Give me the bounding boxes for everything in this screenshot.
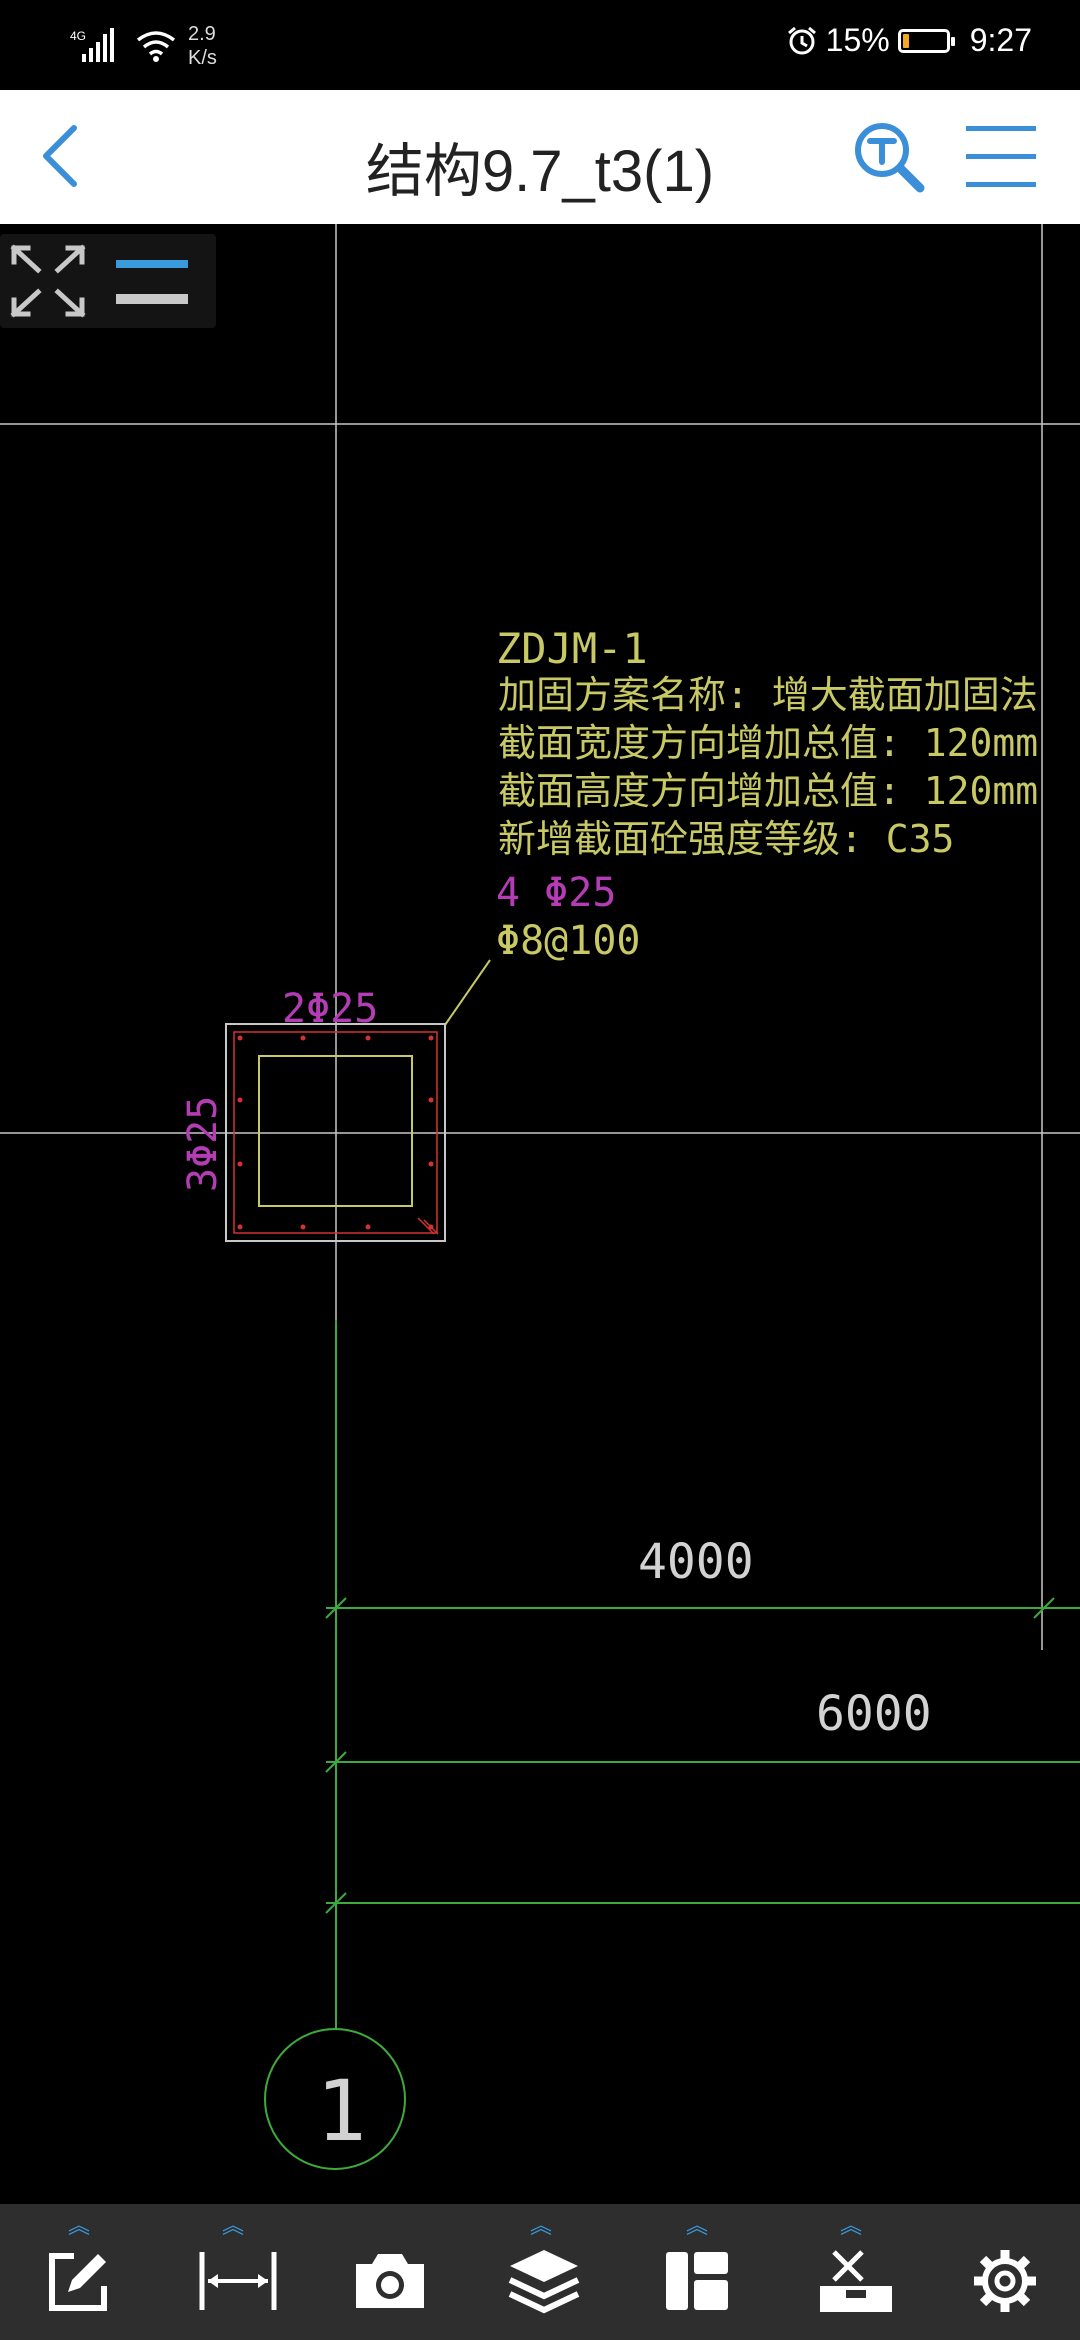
column-side-rebar-label: 3Φ25 [180,1096,226,1192]
measure-icon [199,2252,277,2310]
rebar-dot [428,1097,434,1103]
stirrup-label: Φ8@100 [496,918,641,964]
layout-icon [666,2252,728,2310]
column-top-rebar-label: 2Φ25 [282,986,378,1032]
dimension-4000-label: 4000 [638,1534,754,1590]
measure-tool[interactable]: ︽ [168,2204,298,2340]
signal-icon: 4G [70,28,114,62]
net-speed-unit: K/s [188,47,217,69]
expand-caret-icon: ︽ [685,2214,708,2239]
camera-icon [356,2254,424,2308]
fit-screen-icon [10,244,86,318]
rebar-dot [365,1035,371,1041]
annotation-line: 加固方案名称: 增大截面加固法 [498,673,1038,717]
axis-number: 1 [316,2062,367,2160]
annotation-line: 截面高度方向增加总值: 120mm [498,769,1038,813]
rebar-dot [428,1161,434,1167]
layers-icon [508,2250,580,2314]
hamburger-menu-icon [966,126,1036,187]
alarm-icon [787,26,816,54]
layout-tool[interactable]: ︽ [632,2204,762,2340]
battery-percent: 15% [825,22,890,58]
camera-tool[interactable] [322,2204,452,2340]
bottom-toolbar: ︽ ︽ ︽ ︽ ︽ [0,2204,1080,2340]
svg-text:4G: 4G [70,29,86,43]
expand-caret-icon: ︽ [839,2214,862,2239]
rebar-dot [300,1035,306,1041]
layer-toggle-icon [116,260,188,304]
menu-button[interactable] [960,120,1040,194]
expand-caret-icon: ︽ [221,2214,244,2239]
expand-caret-icon: ︽ [67,2214,90,2239]
net-speed-value: 2.9 [188,23,216,45]
fit-screen-button[interactable] [6,240,90,322]
text-search-button[interactable] [850,118,930,198]
view-tools [0,234,216,328]
settings-tool[interactable] [940,2204,1070,2340]
rebar-dot [237,1224,243,1230]
title-bar: 结构9.7_t3(1) [0,90,1080,226]
layers-tool[interactable]: ︽ [476,2204,606,2340]
wifi-icon [136,31,176,62]
net-speed: 2.9 K/s [188,22,217,70]
annotate-tool[interactable]: ︽ [14,2204,144,2340]
status-left: 4G 2.9 K/s [68,22,217,70]
rebar-dot [237,1161,243,1167]
clock: 9:27 [969,22,1032,58]
toolbox-tool[interactable]: ︽ [786,2204,916,2340]
expand-caret-icon: ︽ [529,2214,552,2239]
annotation-line: 新增截面砼强度等级: C35 [498,817,954,861]
battery-icon [897,28,955,53]
battery-level-fill [902,33,909,48]
annotation-line: 截面宽度方向增加总值: 120mm [498,721,1038,765]
dimension-6000-label: 6000 [816,1686,932,1742]
status-right: 15% 9:27 [786,22,1032,59]
layer-toggle-button[interactable] [112,250,192,314]
status-bar: 4G 2.9 K/s 15% 9:27 [0,0,1080,90]
rebar-dot [365,1224,371,1230]
text-search-icon [855,123,925,193]
annotation-id: ZDJM-1 [496,624,648,673]
rebar-dot [428,1035,434,1041]
toolbox-icon [820,2250,892,2312]
drawing-canvas[interactable]: ZDJM-1 加固方案名称: 增大截面加固法 截面宽度方向增加总值: 120mm… [0,224,1080,2204]
main-rebar-label: 4 Φ25 [496,870,616,916]
edit-icon [49,2253,107,2311]
rebar-dot [237,1097,243,1103]
rebar-dot [237,1035,243,1041]
settings-icon [974,2250,1036,2312]
rebar-dot [300,1224,306,1230]
